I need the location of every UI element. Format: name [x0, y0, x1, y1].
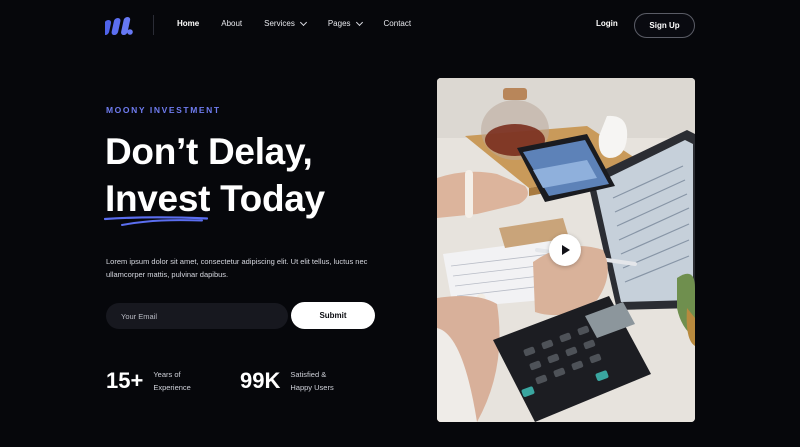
nav-links: Home About Services Pages Contact [177, 18, 433, 28]
stat-label-line: Happy Users [290, 383, 334, 392]
nav-link-label: Home [177, 19, 200, 28]
stat-users: 99K Satisfied & Happy Users [240, 368, 334, 394]
nav-link-services[interactable]: Services [264, 18, 307, 28]
email-field[interactable] [106, 303, 288, 329]
nav-link-pages[interactable]: Pages [327, 18, 363, 28]
nav-link-contact[interactable]: Contact [384, 19, 412, 28]
hero-description: Lorem ipsum dolor sit amet, consectetur … [106, 257, 368, 279]
nav-link-about[interactable]: About [221, 19, 242, 28]
headline-line-1: Don’t Delay, [105, 131, 313, 172]
stat-label-line: Years of [153, 370, 181, 379]
hero-headline: Don’t Delay, Invest Today [104, 128, 325, 226]
nav-link-label: Contact [383, 19, 412, 28]
stat-label-line: Experience [153, 383, 191, 392]
nav-link-label: About [221, 19, 243, 28]
stat-experience: 15+ Years of Experience [106, 368, 191, 394]
chevron-down-icon [299, 18, 307, 26]
stat-value: 99K [240, 368, 281, 393]
brand-m-logo-icon[interactable] [105, 16, 135, 36]
stat-label: Years of Experience [153, 368, 191, 394]
signup-button[interactable]: Sign Up [634, 13, 695, 38]
scribble-underline-icon [104, 216, 208, 226]
login-link[interactable]: Login [596, 19, 618, 28]
stat-value: 15+ [106, 368, 144, 393]
headline-highlight-word: Invest [104, 175, 211, 226]
stat-label-line: Satisfied & [290, 370, 327, 379]
nav-divider [153, 15, 154, 35]
stat-label: Satisfied & Happy Users [290, 368, 333, 394]
play-icon [562, 245, 570, 255]
nav-link-label: Services [264, 19, 295, 28]
nav-link-label: Pages [327, 19, 351, 28]
landing-page: Home About Services Pages Contact Login … [0, 0, 800, 447]
play-button[interactable] [549, 234, 581, 266]
headline-line-2: Invest Today [104, 175, 325, 226]
top-nav: Home About Services Pages Contact Login … [0, 0, 800, 52]
headline-rest-text: Today [210, 178, 325, 219]
headline-highlight-text: Invest [105, 178, 211, 219]
submit-button[interactable]: Submit [291, 302, 375, 329]
nav-link-home[interactable]: Home [177, 19, 199, 28]
chevron-down-icon [355, 18, 363, 26]
hero-eyebrow: MOONY INVESTMENT [106, 105, 221, 115]
